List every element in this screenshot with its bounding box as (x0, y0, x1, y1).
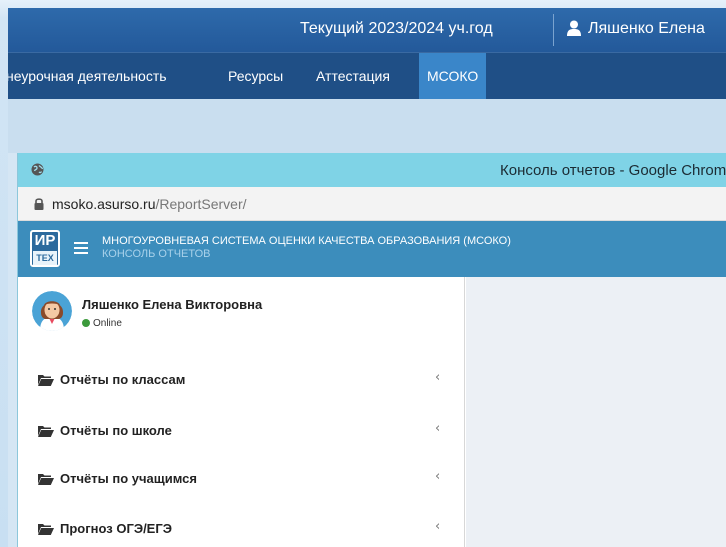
online-status: Online (82, 318, 122, 329)
url-path: /ReportServer/ (155, 196, 247, 212)
nav-attestation[interactable]: Аттестация (308, 53, 398, 100)
sidebar-item-class-reports[interactable]: Отчёты по классам ‹ (18, 360, 465, 400)
current-user-link[interactable]: Ляшенко Елена (588, 20, 705, 38)
main-window: Текущий 2023/2024 уч.год Ляшенко Елена н… (8, 8, 726, 547)
school-year-selector[interactable]: Текущий 2023/2024 уч.год (300, 20, 493, 38)
address-bar[interactable]: msoko.asurso.ru/ReportServer/ (18, 187, 726, 221)
folder-open-icon (38, 474, 54, 485)
popup-title: Консоль отчетов - Google Chrome (500, 162, 726, 179)
sidebar-item-label: Отчёты по школе (60, 423, 172, 438)
menu-toggle-icon[interactable] (74, 242, 88, 254)
report-content-area (466, 277, 726, 547)
sidebar-user-name: Ляшенко Елена Викторовна (82, 297, 263, 312)
chrome-popup-window: Консоль отчетов - Google Chrome msoko.as… (17, 153, 726, 547)
nav-extracurricular[interactable]: неурочная деятельность (8, 53, 175, 100)
sidebar-item-school-reports[interactable]: Отчёты по школе ‹ (18, 411, 465, 451)
sidebar-item-exam-forecast[interactable]: Прогноз ОГЭ/ЕГЭ ‹ (18, 509, 465, 547)
topbar-divider (553, 14, 554, 46)
globe-icon (31, 163, 44, 176)
irtech-logo[interactable]: ИР ТЕХ (30, 230, 60, 267)
sidebar-item-student-reports[interactable]: Отчёты по учащимся ‹ (18, 459, 465, 499)
nav-msoko[interactable]: МСОКО (419, 53, 487, 100)
chevron-left-icon: ‹ (435, 519, 441, 534)
app-subtitle: КОНСОЛЬ ОТЧЕТОВ (102, 248, 211, 260)
logo-top-text: ИР (34, 232, 56, 249)
chevron-left-icon: ‹ (435, 421, 441, 436)
nav-resources[interactable]: Ресурсы (220, 53, 291, 100)
app-title: МНОГОУРОВНЕВАЯ СИСТЕМА ОЦЕНКИ КАЧЕСТВА О… (102, 235, 511, 247)
top-bar: Текущий 2023/2024 уч.год Ляшенко Елена (8, 8, 726, 52)
url-text: msoko.asurso.ru/ReportServer/ (52, 196, 247, 212)
chevron-left-icon: ‹ (435, 469, 441, 484)
sidebar-item-label: Отчёты по учащимся (60, 471, 197, 486)
avatar (32, 291, 72, 331)
sidebar-item-label: Отчёты по классам (60, 372, 186, 387)
user-icon (567, 20, 581, 36)
chevron-left-icon: ‹ (435, 370, 441, 385)
page-band (8, 99, 726, 153)
main-nav: неурочная деятельность Ресурсы Аттестаци… (8, 52, 726, 100)
app-header: ИР ТЕХ МНОГОУРОВНЕВАЯ СИСТЕМА ОЦЕНКИ КАЧ… (18, 221, 726, 277)
sidebar: Ляшенко Елена Викторовна Online Отчёты п… (18, 277, 465, 547)
folder-open-icon (38, 375, 54, 386)
url-host: msoko.asurso.ru (52, 196, 156, 212)
folder-open-icon (38, 524, 54, 535)
logo-bottom-text: ТЕХ (33, 251, 57, 265)
sidebar-item-label: Прогноз ОГЭ/ЕГЭ (60, 521, 172, 536)
folder-open-icon (38, 426, 54, 437)
popup-title-bar[interactable]: Консоль отчетов - Google Chrome (18, 153, 726, 187)
online-status-label: Online (93, 318, 122, 329)
lock-icon (34, 198, 44, 210)
online-dot-icon (82, 319, 90, 327)
